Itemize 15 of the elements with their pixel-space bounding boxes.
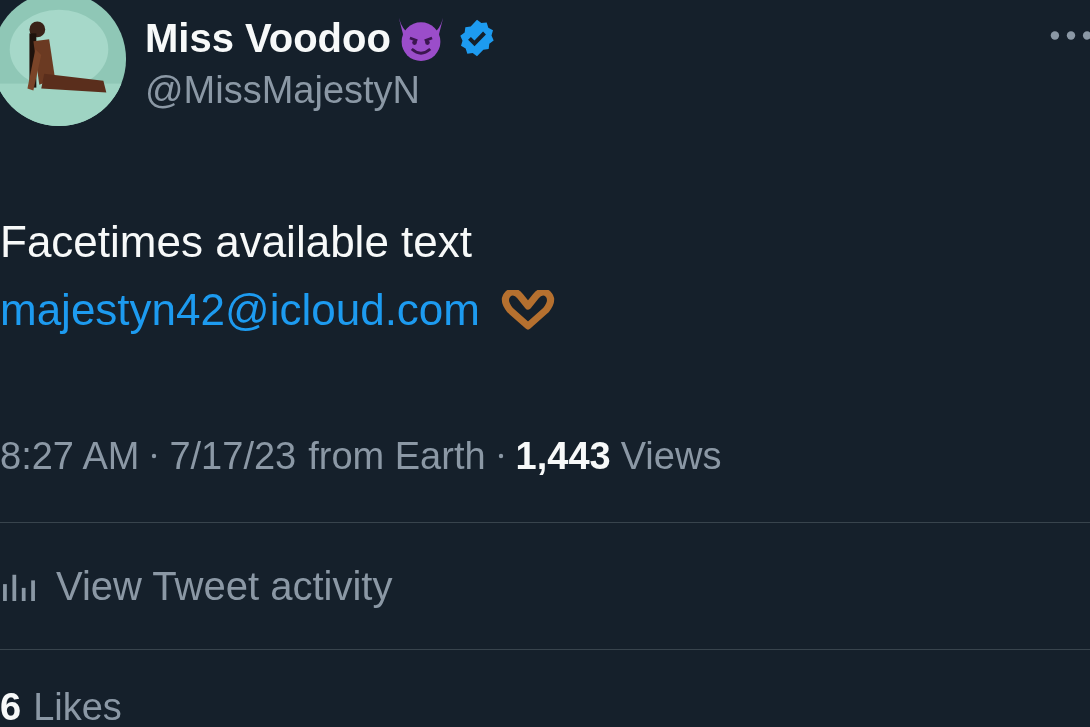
stat-label: Likes — [33, 686, 122, 727]
separator-dot-icon — [151, 453, 158, 459]
email-link[interactable]: majestyn42@icloud.com — [0, 280, 480, 340]
views-label: Views — [620, 434, 722, 478]
stat-count: 6 — [0, 686, 22, 727]
tweet-date: 7/17/23 — [169, 434, 297, 478]
separator-dot-icon — [497, 453, 504, 459]
more-icon — [1050, 30, 1090, 41]
tweet-source: from Earth — [308, 434, 486, 478]
display-name[interactable]: Miss Voodoo — [145, 14, 391, 62]
tweet-activity-link[interactable]: View Tweet activity — [0, 523, 1090, 649]
tweet-text: Facetimes available text — [0, 216, 473, 268]
view-count: 1,443 — [515, 434, 611, 478]
user-handle[interactable]: @MissMajestyN — [145, 66, 1050, 114]
tweet-time: 8:27 AM — [0, 434, 140, 478]
